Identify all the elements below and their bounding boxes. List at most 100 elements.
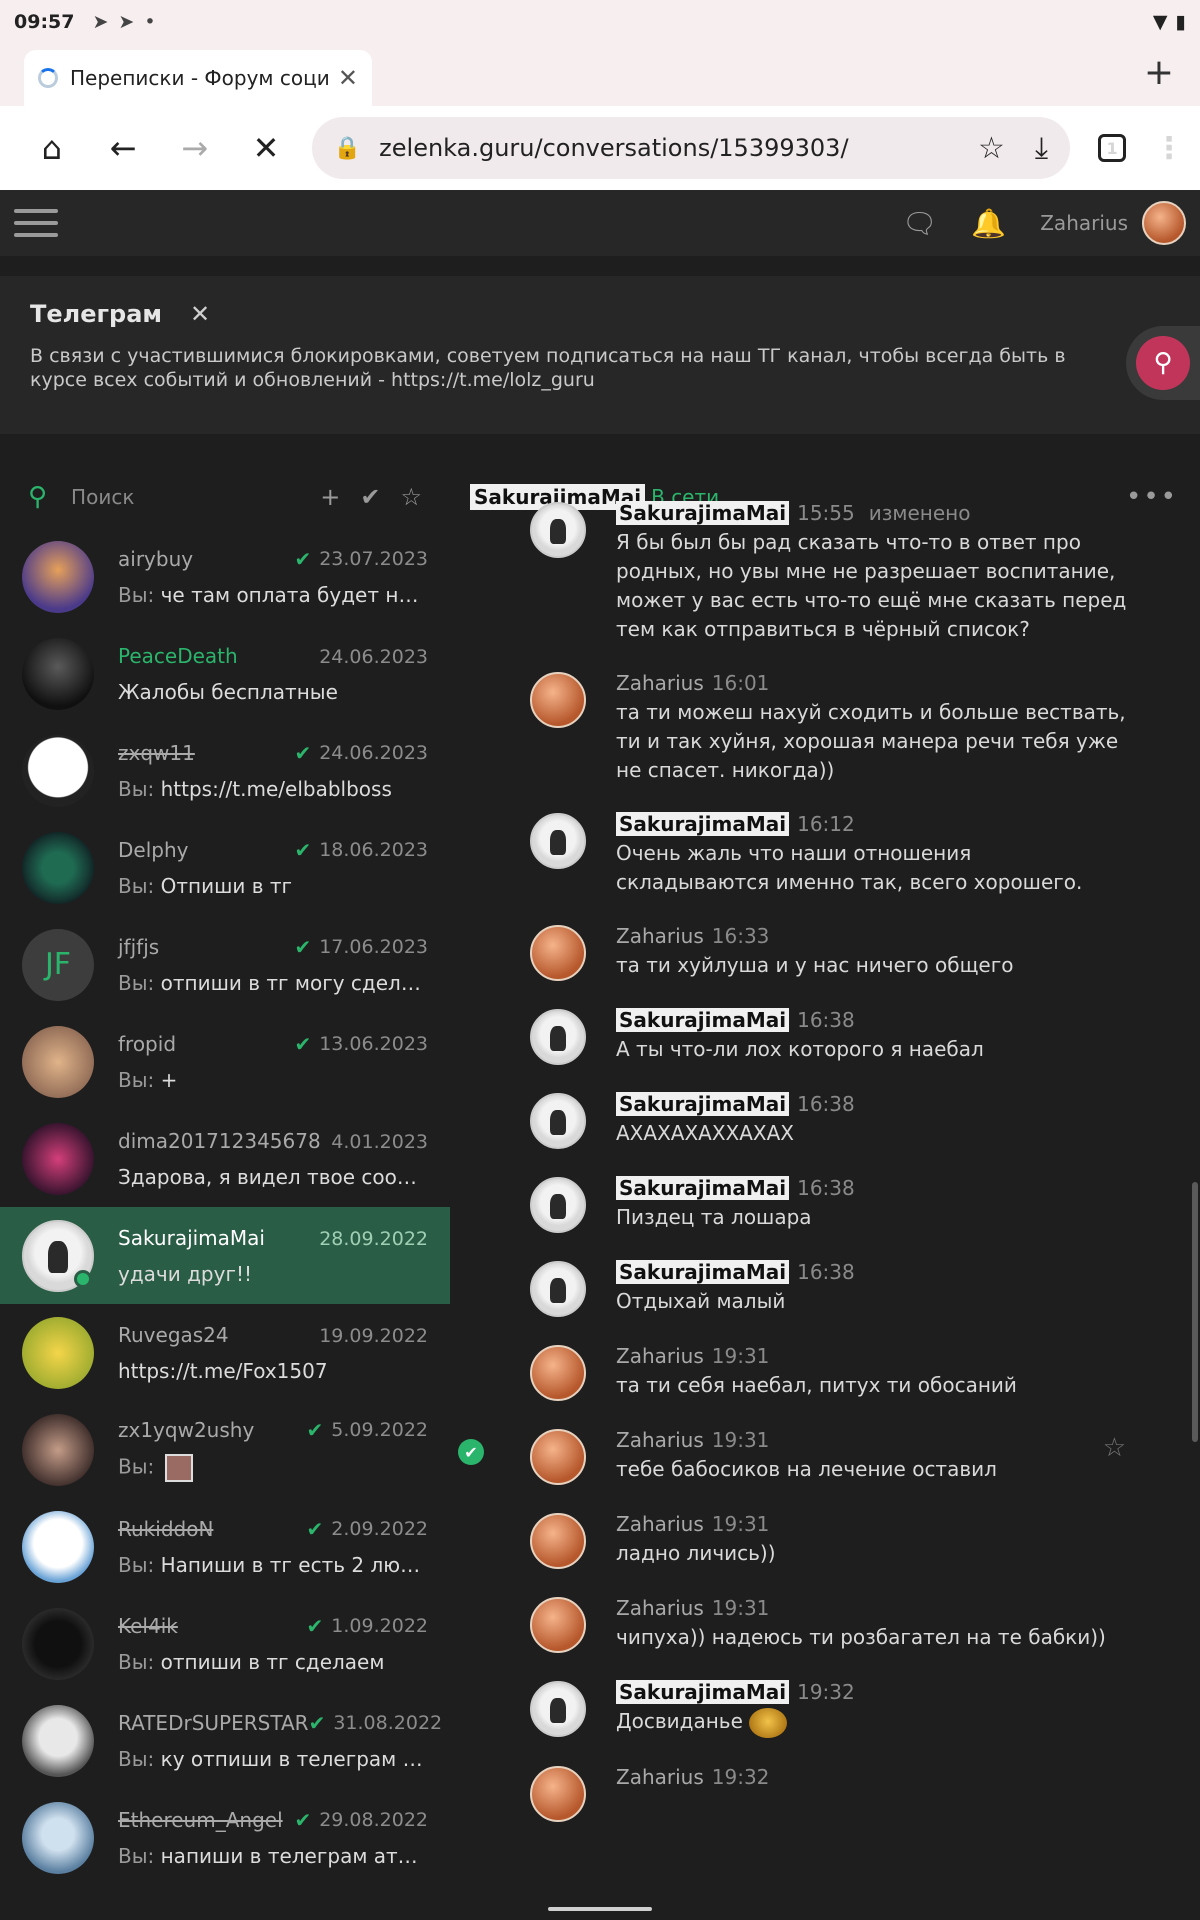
avatar[interactable] <box>530 672 586 728</box>
avatar[interactable] <box>530 502 586 558</box>
stop-icon[interactable]: ✕ <box>230 129 301 167</box>
avatar[interactable] <box>530 1345 586 1401</box>
download-icon[interactable]: ⤓ <box>1035 131 1048 166</box>
message-author[interactable]: SakurajimaMai <box>616 1092 790 1116</box>
avatar[interactable] <box>530 1681 586 1737</box>
close-tab-icon[interactable]: ✕ <box>338 64 358 92</box>
avatar[interactable] <box>530 1093 586 1149</box>
you-prefix: Вы: <box>118 1552 155 1577</box>
message-author[interactable]: SakurajimaMai <box>616 501 790 525</box>
conversation-username: Kel4ik <box>118 1613 178 1638</box>
avatar <box>22 1219 94 1292</box>
conversation-preview: удачи друг!! <box>118 1261 252 1286</box>
message-author[interactable]: Zaharius <box>616 1344 704 1368</box>
star-icon[interactable]: ☆ <box>400 483 422 511</box>
gesture-nav-handle[interactable] <box>548 1907 652 1911</box>
message[interactable]: SakurajimaMai 16:38 Пиздец та лошара <box>530 1175 1200 1233</box>
message[interactable]: SakurajimaMai 16:12 Очень жаль что наши от… <box>530 811 1200 897</box>
url-text[interactable]: zelenka.guru/conversations/15399303/ <box>379 134 948 162</box>
message[interactable]: Zaharius 16:33 та ти хуйлуша и у нас ничег… <box>530 923 1200 981</box>
message-time: 19:31 <box>711 1428 770 1452</box>
conversation-item[interactable]: Kel4ik ✔ 1.09.2022 Вы: отпиши в тг сделаем <box>0 1595 450 1692</box>
avatar <box>22 637 94 710</box>
message-author[interactable]: Zaharius <box>616 1596 704 1620</box>
scrollbar[interactable] <box>1192 1182 1198 1442</box>
new-tab-button[interactable]: + <box>1144 52 1174 93</box>
message[interactable]: SakurajimaMai 19:32 Досвиданье <box>530 1679 1200 1738</box>
message-author[interactable]: Zaharius <box>616 924 704 948</box>
conversation-item[interactable]: PeaceDeath 24.06.2023 Жалобы бесплатные <box>0 625 450 722</box>
message-author[interactable]: Zaharius <box>616 1512 704 1536</box>
message-text: ладно личись)) <box>616 1541 776 1565</box>
avatar[interactable] <box>530 813 586 869</box>
avatar[interactable] <box>530 1261 586 1317</box>
address-bar[interactable]: 🔒 zelenka.guru/conversations/15399303/ ☆… <box>311 117 1071 179</box>
avatar[interactable] <box>530 1009 586 1065</box>
mark-read-icon[interactable]: ✔ <box>360 483 380 511</box>
conversation-item[interactable]: dima201712345678 4.01.2023 Здарова, я виде… <box>0 1110 450 1207</box>
conversation-username: SakurajimaMai <box>118 1225 265 1250</box>
conversation-item[interactable]: JF jfjfjs ✔ 17.06.2023 Вы: отпиши в тг могу … <box>0 916 450 1013</box>
avatar <box>22 1510 94 1583</box>
avatar[interactable] <box>530 1429 586 1485</box>
notice-text: В связи с участившимися блокировками, со… <box>30 345 1066 391</box>
conversation-item[interactable]: fropid ✔ 13.06.2023 Вы: + <box>0 1013 450 1110</box>
message[interactable]: Zaharius 19:32 <box>530 1764 1200 1822</box>
avatar[interactable] <box>530 1597 586 1653</box>
avatar <box>22 831 94 904</box>
message[interactable]: Zaharius 19:31 чипуха)) надеюсь ти розбага… <box>530 1595 1200 1653</box>
conversation-item[interactable]: SakurajimaMai 28.09.2022 удачи друг!! <box>0 1207 450 1304</box>
conversation-list: ⚲ Поиск + ✔ ☆ airybuy ✔ 23.07.2023 Вы: че т… <box>0 466 450 1900</box>
new-conversation-icon[interactable]: + <box>320 483 340 511</box>
image-thumbnail <box>164 1453 193 1482</box>
conversation-date: 19.09.2022 <box>319 1324 428 1347</box>
message-author[interactable]: SakurajimaMai <box>616 812 790 836</box>
message-time: 16:38 <box>797 1092 855 1116</box>
message[interactable]: ✔ Zaharius 19:31 тебе бабосиков на лечение … <box>458 1427 1200 1485</box>
conversations-icon[interactable]: 🗨 <box>902 207 938 240</box>
browser-menu-icon[interactable]: ⋮ <box>1154 131 1184 166</box>
tab-switcher-button[interactable]: 1 <box>1098 134 1126 162</box>
message[interactable]: Zaharius 16:01 та ти можеш нахуй сходить и… <box>530 670 1200 785</box>
message[interactable]: SakurajimaMai 15:55 изменено Я бы был бы ра… <box>530 500 1200 644</box>
message-author[interactable]: SakurajimaMai <box>616 1008 790 1032</box>
message-author[interactable]: Zaharius <box>616 1428 704 1452</box>
message[interactable]: SakurajimaMai 16:38 Отдыхай малый <box>530 1259 1200 1317</box>
message-author[interactable]: Zaharius <box>616 671 704 695</box>
conversation-item[interactable]: Ethereum_Angel ✔ 29.08.2022 Вы: напиши в те… <box>0 1789 450 1886</box>
avatar[interactable] <box>530 1177 586 1233</box>
home-icon[interactable]: ⌂ <box>16 129 87 167</box>
message[interactable]: SakurajimaMai 16:38 А ты что-ли лох которо… <box>530 1007 1200 1065</box>
conversation-item[interactable]: zx1yqw2ushy ✔ 5.09.2022 Вы: <box>0 1401 450 1498</box>
message-author[interactable]: Zaharius <box>616 1765 704 1789</box>
hamburger-menu-icon[interactable] <box>14 209 58 237</box>
search-fab[interactable]: ⚲ <box>1126 326 1200 400</box>
close-icon[interactable]: ✕ <box>190 300 210 328</box>
conversation-item[interactable]: zxqw11 ✔ 24.06.2023 Вы: https://t.me/elbabl… <box>0 722 450 819</box>
search-input[interactable]: Поиск <box>71 485 134 509</box>
browser-tab[interactable]: Переписки - Форум социа ✕ <box>24 50 372 106</box>
conversation-item[interactable]: airybuy ✔ 23.07.2023 Вы: че там оплата буде… <box>0 528 450 625</box>
header-username[interactable]: Zaharius <box>1040 211 1128 235</box>
message-author[interactable]: SakurajimaMai <box>616 1176 790 1200</box>
message[interactable]: Zaharius 19:31 ладно личись)) <box>530 1511 1200 1569</box>
back-icon[interactable]: ← <box>87 129 158 167</box>
conversation-search[interactable]: ⚲ Поиск + ✔ ☆ <box>0 466 450 528</box>
message-author[interactable]: SakurajimaMai <box>616 1680 790 1704</box>
message-author[interactable]: SakurajimaMai <box>616 1260 790 1284</box>
conversation-username: RATEDrSUPERSTAR <box>118 1710 309 1735</box>
avatar[interactable] <box>530 1513 586 1569</box>
bookmark-star-icon[interactable]: ☆ <box>978 131 1005 166</box>
favorite-star-icon[interactable]: ☆ <box>1103 1433 1126 1463</box>
avatar[interactable] <box>530 925 586 981</box>
conversation-item[interactable]: RukiddoN ✔ 2.09.2022 Вы: Напиши в тг есть 2… <box>0 1498 450 1595</box>
conversation-item[interactable]: RATEDrSUPERSTAR ✔ 31.08.2022 Вы: ку отпиши … <box>0 1692 450 1789</box>
message[interactable]: Zaharius 19:31 та ти себя наебал, питух ти… <box>530 1343 1200 1401</box>
avatar[interactable] <box>530 1765 586 1822</box>
avatar[interactable] <box>1142 201 1186 245</box>
message[interactable]: SakurajimaMai 16:38 АХАХАХАХХАХАХ <box>530 1091 1200 1149</box>
bell-icon[interactable]: 🔔 <box>971 207 1006 240</box>
conversation-item[interactable]: Ruvegas24 19.09.2022 https://t.me/Fox1507 <box>0 1304 450 1401</box>
conversation-item[interactable]: Delphy ✔ 18.06.2023 Вы: Отпиши в тг <box>0 819 450 916</box>
forward-icon[interactable]: → <box>159 129 230 167</box>
